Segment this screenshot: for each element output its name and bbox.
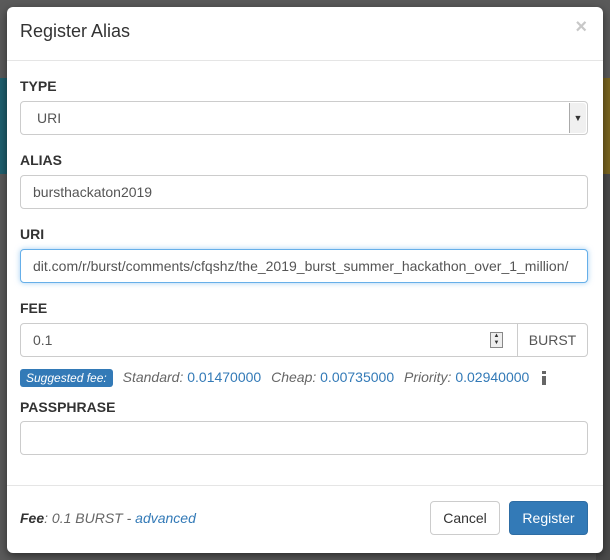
type-label: TYPE bbox=[20, 78, 57, 94]
fee-unit: BURST bbox=[517, 323, 588, 357]
close-icon[interactable]: × bbox=[575, 17, 587, 37]
modal-footer: Fee: 0.1 BURST - advanced Cancel Registe… bbox=[7, 485, 603, 553]
footer-fee-summary: Fee: 0.1 BURST - advanced bbox=[20, 510, 196, 526]
type-select[interactable]: URI ▼ bbox=[20, 101, 588, 135]
fee-option-standard[interactable]: Standard: 0.01470000 bbox=[123, 369, 262, 385]
type-select-value: URI bbox=[37, 110, 62, 126]
footer-fee-label: Fee bbox=[20, 510, 45, 526]
alias-label: ALIAS bbox=[20, 152, 62, 168]
fee-option-value[interactable]: 0.00735000 bbox=[320, 369, 394, 385]
fee-option-name: Cheap: bbox=[271, 369, 317, 385]
suggested-fee-row: Suggested fee: Standard: 0.01470000 Chea… bbox=[20, 369, 547, 391]
alias-input[interactable]: bursthackaton2019 bbox=[20, 175, 588, 209]
fee-option-value[interactable]: 0.02940000 bbox=[455, 369, 529, 385]
fee-input-value: 0.1 bbox=[33, 332, 53, 348]
passphrase-input[interactable] bbox=[20, 421, 588, 455]
modal-header: Register Alias × bbox=[7, 7, 603, 61]
advanced-link[interactable]: advanced bbox=[135, 510, 196, 526]
passphrase-label: PASSPHRASE bbox=[20, 399, 116, 415]
fee-label: FEE bbox=[20, 300, 48, 316]
fee-option-name: Priority: bbox=[404, 369, 452, 385]
fee-option-cheap[interactable]: Cheap: 0.00735000 bbox=[271, 369, 394, 385]
select-arrow-icon: ▼ bbox=[569, 103, 586, 133]
register-button[interactable]: Register bbox=[509, 501, 588, 535]
info-icon[interactable] bbox=[541, 371, 547, 386]
fee-input[interactable]: 0.1 ▲ ▼ bbox=[20, 323, 518, 357]
footer-fee-text: : 0.1 BURST - bbox=[44, 510, 136, 526]
uri-input[interactable]: dit.com/r/burst/comments/cfqshz/the_2019… bbox=[20, 249, 588, 283]
uri-label: URI bbox=[20, 226, 45, 242]
register-alias-modal: Register Alias × TYPE URI ▼ ALIAS bursth… bbox=[7, 7, 603, 553]
modal-title: Register Alias bbox=[20, 21, 131, 41]
cancel-button[interactable]: Cancel bbox=[430, 501, 500, 535]
suggested-fee-badge: Suggested fee: bbox=[20, 369, 113, 388]
fee-option-priority[interactable]: Priority: 0.02940000 bbox=[404, 369, 529, 385]
fee-option-name: Standard: bbox=[122, 369, 184, 385]
fee-option-value[interactable]: 0.01470000 bbox=[187, 369, 261, 385]
number-spinner-icon[interactable]: ▲ ▼ bbox=[490, 332, 503, 348]
